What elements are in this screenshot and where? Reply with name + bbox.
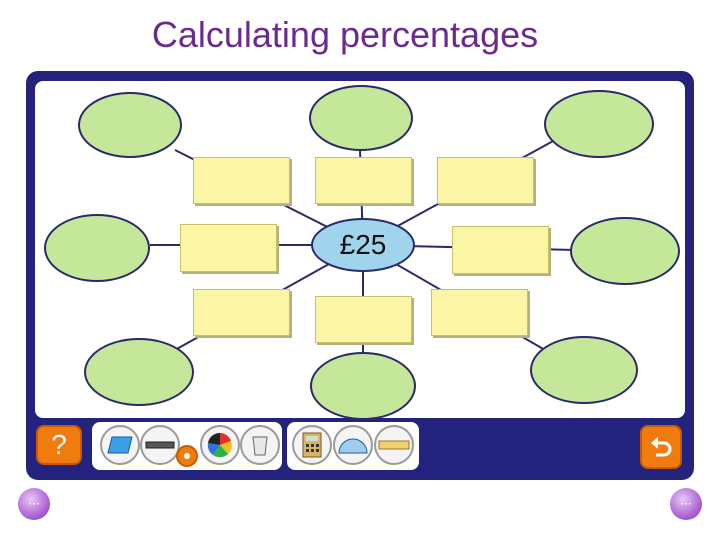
- pen-tool-icon: [184, 453, 190, 459]
- protractor-button[interactable]: [333, 425, 373, 465]
- answer-ellipse-top-left[interactable]: [78, 92, 182, 158]
- percentage-box-bottom-right[interactable]: [431, 289, 528, 336]
- bin-button[interactable]: [240, 425, 280, 465]
- percentage-box-bottom-middle[interactable]: [315, 296, 412, 343]
- next-slide-button[interactable]: ···: [670, 488, 702, 520]
- bin-icon: [252, 436, 268, 456]
- percentage-box-top-middle[interactable]: [315, 157, 412, 204]
- percentage-box-bottom-left[interactable]: [193, 289, 290, 336]
- help-button[interactable]: ?: [36, 425, 82, 465]
- percentage-box-middle-right[interactable]: [452, 226, 549, 274]
- answer-ellipse-bottom-middle[interactable]: [310, 352, 416, 420]
- colour-wheel-icon: [207, 432, 232, 458]
- colour-wheel-button[interactable]: [200, 425, 240, 465]
- shape-tool-icon: [107, 436, 133, 454]
- centre-amount: £25: [311, 218, 415, 272]
- answer-ellipse-middle-right[interactable]: [570, 217, 680, 285]
- answer-ellipse-top-middle[interactable]: [309, 85, 413, 151]
- pen-tool-button[interactable]: [176, 445, 198, 467]
- shape-tool-button[interactable]: [100, 425, 140, 465]
- answer-ellipse-bottom-right[interactable]: [530, 336, 638, 404]
- answer-ellipse-middle-left[interactable]: [44, 214, 150, 282]
- percentage-box-top-left[interactable]: [193, 157, 290, 204]
- previous-slide-button[interactable]: ···: [18, 488, 50, 520]
- percentage-box-middle-left[interactable]: [180, 224, 277, 272]
- calculator-icon: [302, 432, 322, 458]
- measuring-tape-button[interactable]: [374, 425, 414, 465]
- answer-ellipse-bottom-left[interactable]: [84, 338, 194, 406]
- measuring-tape-icon: [378, 440, 410, 450]
- ruler-tool-button[interactable]: [140, 425, 180, 465]
- calculator-button[interactable]: [292, 425, 332, 465]
- answer-ellipse-top-right[interactable]: [544, 90, 654, 158]
- undo-icon: [651, 437, 672, 457]
- ruler-tool-icon: [145, 441, 175, 449]
- percentage-box-top-right[interactable]: [437, 157, 534, 204]
- protractor-icon: [338, 438, 368, 454]
- undo-button[interactable]: [640, 425, 682, 469]
